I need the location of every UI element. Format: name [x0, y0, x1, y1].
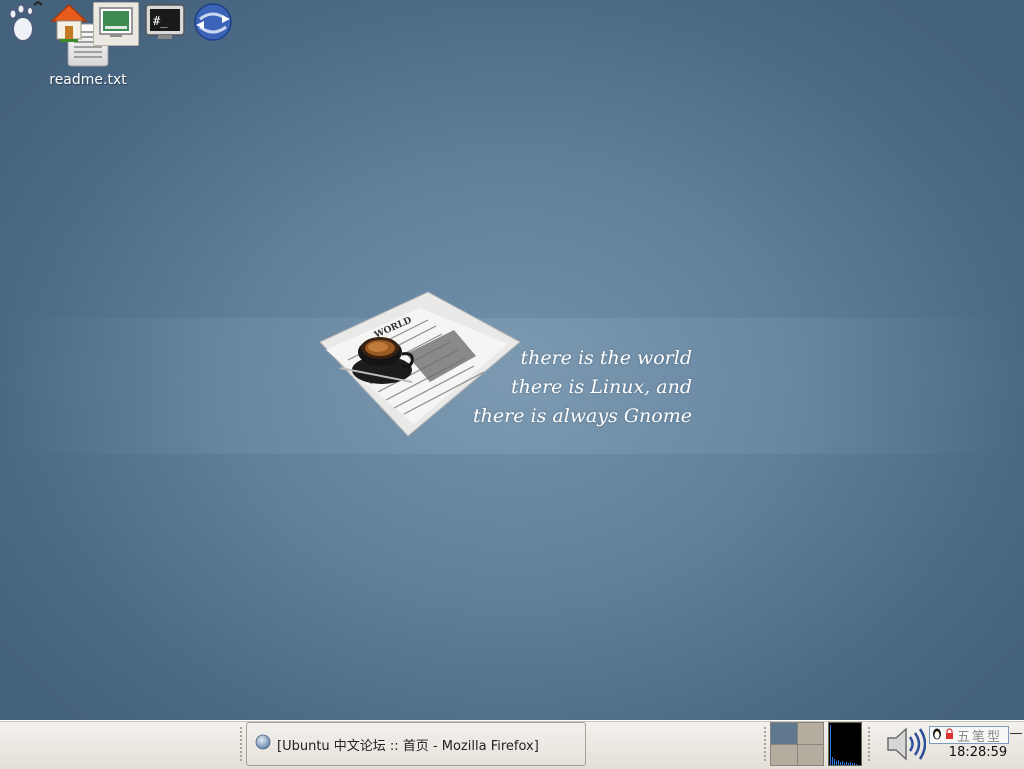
panel-drag-handle[interactable]	[867, 726, 871, 762]
workspace-3[interactable]	[771, 744, 797, 765]
slogan-line: there is Linux, and	[510, 376, 692, 398]
desktop-icon-label: readme.txt	[49, 72, 127, 88]
terminal-icon: #_	[144, 3, 186, 45]
clock[interactable]: 18:28:59	[946, 745, 1010, 763]
slogan-line: there is the world	[520, 347, 692, 369]
system-monitor-applet[interactable]	[828, 722, 862, 766]
desktop[interactable]: readme.txt WORLD there is the world ther…	[0, 0, 1024, 720]
workspace-switcher[interactable]	[770, 722, 824, 766]
workspace-2[interactable]	[797, 723, 823, 744]
panel-drag-handle[interactable]	[239, 726, 243, 762]
home-folder-launcher[interactable]	[46, 2, 92, 46]
web-browser-launcher[interactable]	[190, 2, 236, 46]
show-desktop-button[interactable]	[93, 2, 139, 46]
slogan-line: there is always Gnome	[473, 405, 692, 427]
input-method-label: 五笔型	[957, 729, 1003, 745]
workspace-4[interactable]	[797, 744, 823, 765]
panel-edge-mark	[1010, 733, 1022, 734]
taskbar-window-title: [Ubuntu 中文论坛 :: 首页 - Mozilla Firefox]	[277, 738, 539, 754]
speaker-icon	[884, 727, 927, 768]
home-icon	[48, 1, 90, 47]
panel-drag-handle[interactable]	[763, 726, 767, 762]
gnome-menu-button[interactable]	[0, 0, 46, 47]
wallpaper-slogan: there is the world there is Linux, and t…	[430, 344, 692, 431]
firefox-icon	[255, 734, 271, 754]
gnome-foot-icon	[3, 0, 43, 47]
penguin-icon	[932, 727, 942, 743]
lock-icon	[945, 727, 954, 743]
show-desktop-icon	[96, 4, 136, 44]
volume-control[interactable]	[884, 724, 927, 764]
globe-arrow-icon	[192, 1, 234, 47]
taskbar-window-button[interactable]: [Ubuntu 中文论坛 :: 首页 - Mozilla Firefox]	[246, 722, 586, 766]
terminal-prompt-glyph: #_	[153, 14, 168, 28]
workspace-1[interactable]	[771, 723, 797, 744]
input-method-indicator[interactable]: 五笔型	[929, 726, 1009, 745]
terminal-launcher[interactable]: #_	[142, 2, 188, 46]
